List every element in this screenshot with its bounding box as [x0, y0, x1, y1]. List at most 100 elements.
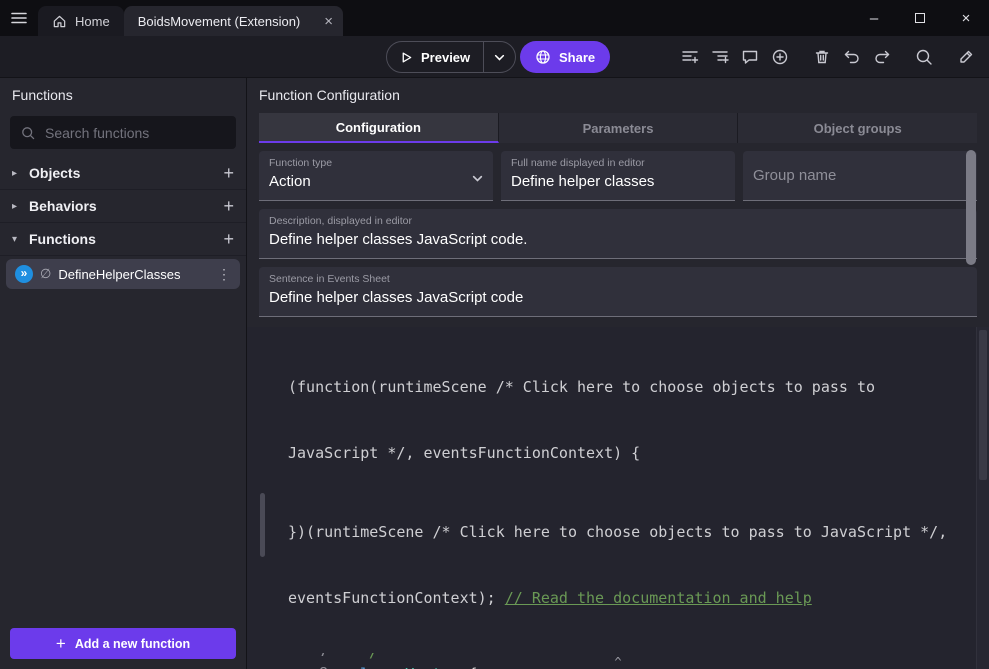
play-icon [400, 51, 413, 64]
search-icon [20, 125, 36, 141]
search-button[interactable] [909, 42, 939, 72]
sentence-label: Sentence in Events Sheet [269, 273, 967, 285]
add-behavior-icon[interactable]: + [223, 197, 234, 215]
preview-button[interactable]: Preview [387, 50, 483, 65]
close-icon: × [962, 10, 971, 27]
group-name-input[interactable] [753, 167, 967, 184]
config-tabs: Configuration Parameters Object groups [259, 113, 977, 143]
add-object-icon[interactable]: + [223, 164, 234, 182]
plus-icon: + [56, 634, 66, 654]
function-list-item-selected[interactable]: » ∅ DefineHelperClasses ⋮ [6, 259, 240, 289]
sentence-field[interactable]: Sentence in Events Sheet [259, 267, 977, 317]
chevron-down-icon [494, 52, 505, 63]
redo-icon [872, 47, 892, 67]
add-subevent-button[interactable] [705, 42, 735, 72]
function-type-select[interactable]: Function type [259, 151, 493, 201]
editor-scrollbar[interactable] [976, 327, 989, 669]
sidebar-item-functions[interactable]: ▾ Functions + [0, 223, 246, 256]
trash-icon [812, 47, 832, 67]
titlebar: Home BoidsMovement (Extension) × – × [0, 0, 989, 36]
editor-scrollbar-thumb[interactable] [979, 330, 987, 480]
tab-home-label: Home [75, 14, 110, 29]
sidebar-item-objects[interactable]: ▸ Objects + [0, 157, 246, 190]
function-type-value[interactable] [269, 173, 483, 190]
tab-parameters[interactable]: Parameters [499, 113, 739, 143]
add-event-icon [680, 47, 700, 67]
scroll-hint-icon: ^ [614, 655, 621, 669]
full-name-input[interactable] [511, 173, 725, 190]
tree-section-label: Behaviors [29, 198, 223, 214]
search-input[interactable] [45, 125, 226, 141]
tab-home[interactable]: Home [38, 6, 124, 36]
function-badge-icon: » [15, 265, 33, 283]
home-icon [52, 14, 67, 29]
add-function-icon[interactable]: + [223, 230, 234, 248]
window-controls: – × [851, 0, 989, 36]
full-name-field[interactable]: Full name displayed in editor [501, 151, 735, 201]
tree-section-label: Functions [29, 231, 223, 247]
edit-button[interactable] [951, 42, 981, 72]
documentation-link[interactable]: // Read the documentation and help [505, 589, 812, 607]
globe-icon [535, 49, 551, 65]
chevron-right-icon[interactable]: ▸ [12, 168, 29, 179]
add-event-button[interactable] [675, 42, 705, 72]
function-name: DefineHelperClasses [58, 267, 210, 282]
tab-project-label: BoidsMovement (Extension) [138, 14, 301, 29]
sentence-input[interactable] [269, 289, 967, 306]
tab-project[interactable]: BoidsMovement (Extension) × [124, 6, 343, 36]
add-circle-icon [770, 47, 790, 67]
group-name-field[interactable] [743, 151, 977, 201]
tab-configuration[interactable]: Configuration [259, 113, 499, 143]
comment-icon [740, 47, 760, 67]
close-window-button[interactable]: × [943, 0, 989, 36]
add-comment-button[interactable] [735, 42, 765, 72]
sidebar-item-behaviors[interactable]: ▸ Behaviors + [0, 190, 246, 223]
config-scrollbar-thumb[interactable] [966, 150, 976, 265]
chevron-down-icon[interactable]: ▾ [12, 234, 29, 245]
delete-button[interactable] [807, 42, 837, 72]
close-tab-icon[interactable]: × [324, 14, 333, 29]
redo-button[interactable] [867, 42, 897, 72]
preview-options-button[interactable] [484, 52, 515, 63]
line-number: 8 [247, 662, 328, 669]
wrapper-line-text: eventsFunctionContext); [288, 589, 505, 607]
editor-left-scrollbar-thumb[interactable] [260, 493, 265, 557]
undo-icon [842, 47, 862, 67]
maximize-button[interactable] [897, 0, 943, 36]
main-menu-button[interactable] [0, 0, 38, 36]
add-subevent-icon [710, 47, 730, 67]
hamburger-icon [10, 9, 28, 27]
code-wrapper-footer: })(runtimeScene /* Click here to choose … [247, 475, 975, 653]
choose-event-button[interactable] [765, 42, 795, 72]
toolbar-right-icons [675, 42, 981, 72]
add-new-function-label: Add a new function [75, 637, 190, 651]
description-field[interactable]: Description, displayed in editor [259, 209, 977, 259]
private-function-icon: ∅ [40, 266, 51, 282]
wrapper-line: (function(runtimeScene /* Click here to … [288, 376, 929, 398]
wrapper-line: })(runtimeScene /* Click here to choose … [288, 521, 975, 543]
app-window: Home BoidsMovement (Extension) × – × Pre… [0, 0, 989, 669]
description-label: Description, displayed in editor [269, 215, 967, 227]
tab-object-groups[interactable]: Object groups [738, 113, 977, 143]
chevron-right-icon[interactable]: ▸ [12, 201, 29, 212]
share-button[interactable]: Share [520, 41, 610, 73]
sidebar-title: Functions [0, 78, 246, 110]
description-input[interactable] [269, 231, 967, 248]
javascript-code-editor[interactable]: (function(runtimeScene /* Click here to … [247, 327, 989, 669]
preview-label: Preview [421, 50, 470, 65]
share-label: Share [559, 50, 595, 65]
search-box [10, 116, 236, 149]
search-icon [914, 47, 934, 67]
function-type-label: Function type [269, 157, 483, 169]
functions-sidebar: Functions ▸ Objects + ▸ Behaviors + ▾ Fu… [0, 78, 247, 669]
toolbar: Preview Share [0, 36, 989, 78]
panel-title: Function Configuration [247, 78, 989, 110]
kebab-menu-icon[interactable]: ⋮ [217, 266, 231, 283]
code-text[interactable]: class Vector { [344, 662, 939, 669]
minimize-button[interactable]: – [851, 0, 897, 36]
minimize-icon: – [870, 10, 878, 27]
tree-section-label: Objects [29, 165, 223, 181]
add-new-function-button[interactable]: + Add a new function [10, 628, 236, 659]
full-name-label: Full name displayed in editor [511, 157, 725, 169]
undo-button[interactable] [837, 42, 867, 72]
